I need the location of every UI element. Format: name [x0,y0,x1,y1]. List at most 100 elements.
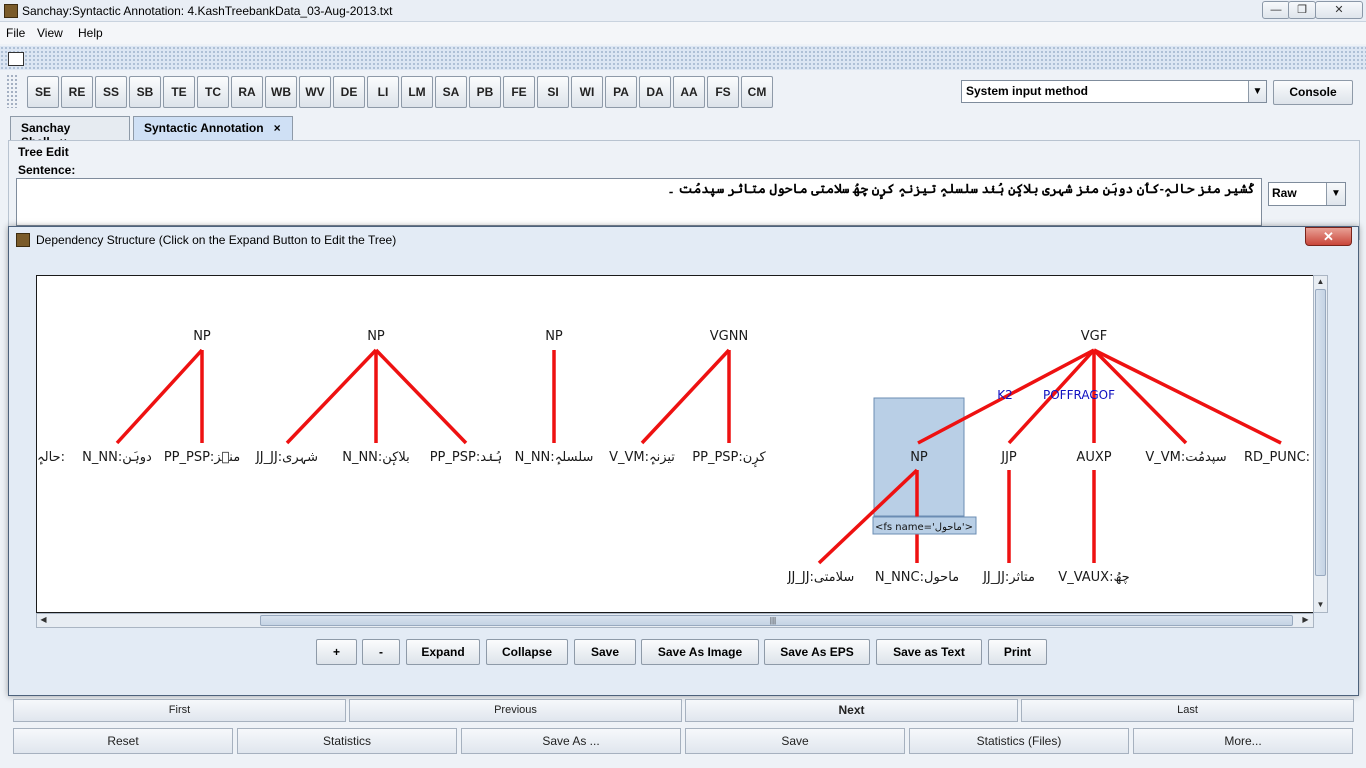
toolbar-button-de[interactable]: DE [333,76,365,108]
tree-leaf[interactable]: N_NN:سلسلہٕ [515,450,594,465]
dialog-icon [16,233,30,247]
dependency-tree[interactable]: NP NP NP VGNN VGF K2 POFFRAGOF حالہٕ: N_… [37,276,1313,612]
toolbar-button-sa[interactable]: SA [435,76,467,108]
save-as-button[interactable]: Save As ... [461,728,681,754]
tree-leaf[interactable]: N_NNC:ماحول [875,570,959,585]
console-button[interactable]: Console [1273,80,1353,105]
reset-button[interactable]: Reset [13,728,233,754]
edge [285,348,378,445]
tree-leaf[interactable]: JJ_JJ:متاثر [982,570,1035,585]
tree-edit-title: Tree Edit [18,145,69,159]
toolbar-button-fe[interactable]: FE [503,76,535,108]
chevron-down-icon[interactable]: ▼ [1326,183,1345,205]
node-tooltip: <fs name='ماحول'> [875,522,973,533]
dialog-close-button[interactable]: ✕ [1305,227,1352,246]
more-button[interactable]: More... [1133,728,1353,754]
edge [374,348,468,445]
tree-node-np[interactable]: NP [367,329,385,344]
tab-sanchay-shell[interactable]: Sanchay Shell× [10,116,130,149]
tree-node-np[interactable]: NP [545,329,563,344]
tree-node-vgf[interactable]: VGF [1081,329,1107,344]
save-file-button[interactable]: Save [685,728,905,754]
tab-syntactic-annotation[interactable]: Syntactic Annotation × [133,116,293,140]
tree-node-np[interactable]: NP [193,329,211,344]
previous-button[interactable]: Previous [349,699,682,722]
tree-node-vgnn[interactable]: VGNN [710,329,748,344]
scroll-down-icon[interactable]: ▼ [1315,600,1326,609]
toolbar-strip [0,46,1366,70]
window-title: Sanchay:Syntactic Annotation: 4.KashTree… [22,4,393,18]
toolbar-button-si[interactable]: SI [537,76,569,108]
toolbar-button-ss[interactable]: SS [95,76,127,108]
scroll-grip-icon: ||| [769,616,777,625]
zoom-in-button[interactable]: + [316,639,357,665]
toolbar-button-cm[interactable]: CM [741,76,773,108]
scroll-up-icon[interactable]: ▲ [1315,277,1326,286]
tree-leaf[interactable]: N_NN:دوہَن [82,450,152,465]
tree-leaf[interactable]: حالہٕ: [37,450,65,465]
toolbar-button-wi[interactable]: WI [571,76,603,108]
toolbar-button-pa[interactable]: PA [605,76,637,108]
menu-view[interactable]: View [37,26,63,40]
save-as-eps-button[interactable]: Save As EPS [764,639,870,665]
sentence-label: Sentence: [18,163,76,177]
sentence-textarea[interactable]: کٔشیر منٛز حالہٕ-کٲن دوہَن منٛز شہری بلا… [16,178,1262,226]
close-window-button[interactable]: ✕ [1315,1,1363,19]
chevron-down-icon[interactable]: ▼ [1248,81,1266,102]
save-as-image-button[interactable]: Save As Image [641,639,759,665]
toolbar-button-da[interactable]: DA [639,76,671,108]
toolbar-button-fs[interactable]: FS [707,76,739,108]
expand-button[interactable]: Expand [406,639,480,665]
tree-leaf[interactable]: V_VAUX:چھُ [1058,570,1129,585]
minimize-button[interactable]: — [1262,1,1290,19]
scroll-left-icon[interactable]: ◀ [38,615,49,624]
toolbar-button-ra[interactable]: RA [231,76,263,108]
save-as-text-button[interactable]: Save as Text [876,639,982,665]
scroll-right-icon[interactable]: ▶ [1300,615,1311,624]
print-button[interactable]: Print [988,639,1047,665]
statistics-files-button[interactable]: Statistics (Files) [909,728,1129,754]
toolbar-button-re[interactable]: RE [61,76,93,108]
tree-leaf[interactable]: PP_PSP:منٛز [164,450,240,465]
save-button[interactable]: Save [574,639,636,665]
toolbar-button-te[interactable]: TE [163,76,195,108]
window-icon[interactable] [8,52,24,66]
statistics-button[interactable]: Statistics [237,728,457,754]
toolbar-button-aa[interactable]: AA [673,76,705,108]
toolbar-button-li[interactable]: LI [367,76,399,108]
toolbar-button-se[interactable]: SE [27,76,59,108]
next-button[interactable]: Next [685,699,1018,722]
tree-leaf[interactable]: V_VM:سپدمُت [1145,450,1226,465]
last-button[interactable]: Last [1021,699,1354,722]
tree-leaf[interactable]: RD_PUNC: [1244,450,1310,465]
app-icon [4,4,18,18]
tree-leaf[interactable]: JJ_JJ:شہری [255,450,318,465]
toolbar-button-tc[interactable]: TC [197,76,229,108]
toolbar-button-lm[interactable]: LM [401,76,433,108]
tree-leaf[interactable]: PP_PSP:ہُنٛد [430,450,503,465]
tree-canvas[interactable]: NP NP NP VGNN VGF K2 POFFRAGOF حالہٕ: N_… [36,275,1314,613]
maximize-button[interactable]: ❐ [1288,1,1316,19]
edge-label-poffragof: POFFRAGOF [1043,388,1115,402]
vertical-scroll-thumb[interactable] [1315,289,1326,576]
menu-file[interactable]: File [6,26,25,40]
toolbar-grip[interactable] [6,74,18,108]
toolbar-button-sb[interactable]: SB [129,76,161,108]
zoom-out-button[interactable]: - [362,639,400,665]
tree-leaf[interactable]: V_VM:تیزنہٕ [609,450,675,465]
menu-help[interactable]: Help [78,26,103,40]
tree-leaf[interactable]: JJ_JJ:سلامتی [787,570,855,585]
close-icon[interactable]: × [274,121,281,135]
tree-leaf[interactable]: PP_PSP:کرٕن [692,450,766,467]
tree-node-jjp[interactable]: JJP [1000,450,1017,465]
first-button[interactable]: First [13,699,346,722]
toolbar-button-pb[interactable]: PB [469,76,501,108]
tree-node-auxp[interactable]: AUXP [1076,450,1111,465]
collapse-button[interactable]: Collapse [486,639,568,665]
input-method-select[interactable]: System input method [961,80,1267,103]
tree-node-np-selected[interactable]: NP [910,450,928,465]
toolbar-button-wb[interactable]: WB [265,76,297,108]
menu-bar [0,22,1366,44]
toolbar-button-wv[interactable]: WV [299,76,331,108]
tree-leaf[interactable]: N_NN:بلاکٕن [342,450,410,465]
